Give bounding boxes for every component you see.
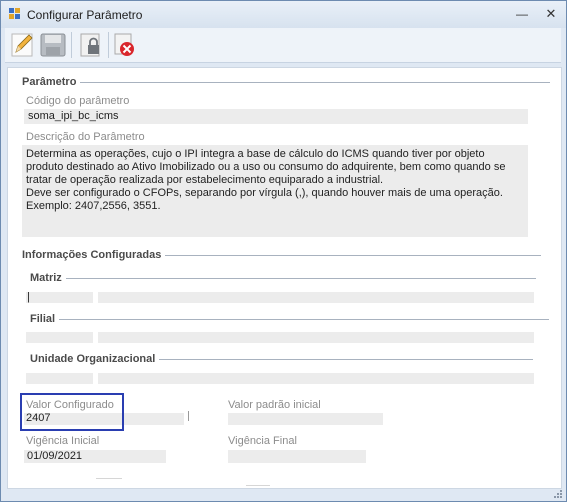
cancel-icon bbox=[114, 33, 134, 56]
parametro-group-title: Parâmetro bbox=[22, 76, 551, 88]
dialog-window: Configurar Parâmetro — ✕ Parâmetro Códig… bbox=[0, 0, 567, 502]
scroll-hint-right bbox=[246, 485, 270, 486]
informacoes-group-title: Informações Configuradas bbox=[22, 249, 542, 261]
resize-grip-icon[interactable] bbox=[552, 488, 563, 499]
descricao-label: Descrição do Parâmetro bbox=[26, 131, 145, 143]
minimize-button[interactable]: — bbox=[513, 6, 531, 22]
save-button[interactable] bbox=[39, 30, 67, 60]
unidade-code-field[interactable] bbox=[26, 373, 93, 384]
title-bar[interactable]: Configurar Parâmetro — ✕ bbox=[1, 1, 566, 28]
toolbar bbox=[5, 28, 561, 63]
vigencia-inicial-label: Vigência Inicial bbox=[26, 435, 100, 447]
lock-button[interactable] bbox=[77, 30, 105, 60]
content-panel: Parâmetro Código do parâmetro soma_ipi_b… bbox=[7, 67, 562, 489]
filial-code-field[interactable] bbox=[26, 332, 93, 343]
scroll-hint-left bbox=[96, 478, 122, 479]
matriz-code-field[interactable]: | bbox=[26, 292, 93, 303]
codigo-field: soma_ipi_bc_icms bbox=[24, 109, 528, 124]
save-disk-icon bbox=[40, 33, 66, 57]
vigencia-inicial-field[interactable]: 01/09/2021 bbox=[24, 450, 166, 463]
vigencia-final-field[interactable] bbox=[228, 450, 366, 463]
window-title: Configurar Parâmetro bbox=[27, 8, 143, 22]
valor-configurado-highlight bbox=[20, 393, 124, 431]
codigo-label: Código do parâmetro bbox=[26, 95, 130, 107]
matriz-group-title: Matriz bbox=[30, 272, 536, 284]
app-icon bbox=[9, 8, 20, 19]
filial-name-field bbox=[98, 332, 534, 343]
field-divider bbox=[188, 411, 189, 421]
toolbar-separator bbox=[71, 32, 72, 58]
filial-group-title: Filial bbox=[30, 313, 550, 325]
toolbar-separator bbox=[108, 32, 109, 58]
descricao-field[interactable]: Determina as operações, cujo o IPI integ… bbox=[22, 145, 528, 237]
close-button[interactable]: ✕ bbox=[542, 6, 560, 22]
unidade-group-title: Unidade Organizacional bbox=[30, 353, 534, 365]
edit-button[interactable] bbox=[9, 30, 37, 60]
lock-document-icon bbox=[80, 33, 100, 57]
unidade-name-field bbox=[98, 373, 534, 384]
matriz-name-field bbox=[98, 292, 534, 303]
edit-pencil-icon bbox=[11, 33, 33, 57]
vigencia-final-label: Vigência Final bbox=[228, 435, 297, 447]
valor-padrao-label: Valor padrão inicial bbox=[228, 399, 321, 411]
valor-padrao-field bbox=[228, 413, 383, 425]
cancel-button[interactable] bbox=[111, 30, 139, 60]
